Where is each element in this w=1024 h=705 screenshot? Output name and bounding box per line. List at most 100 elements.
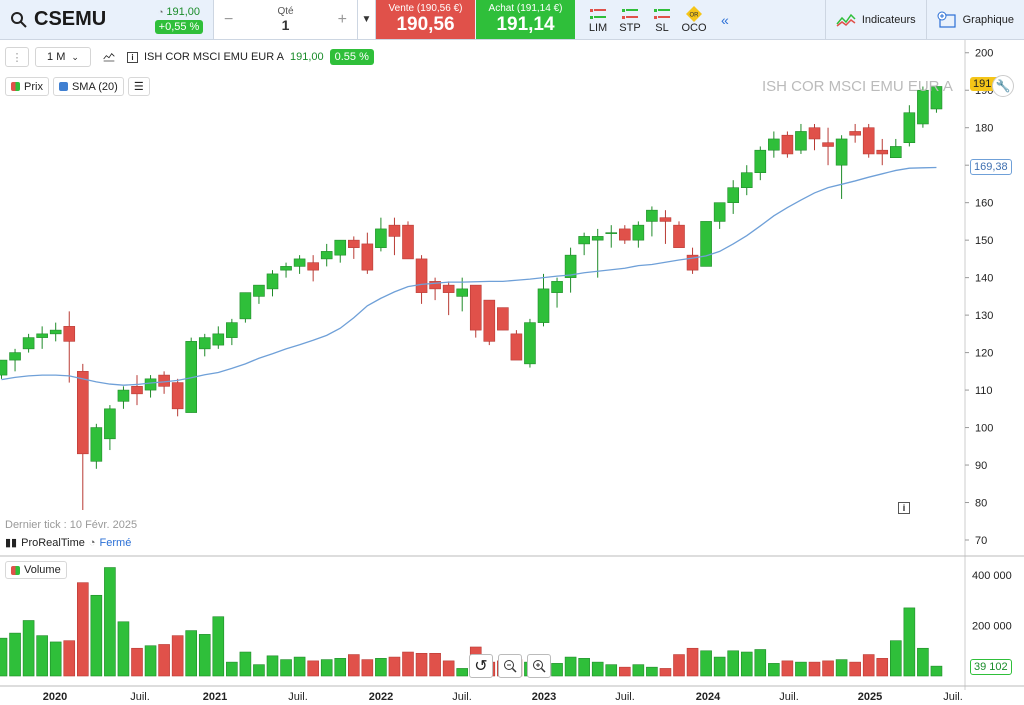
candle-body — [104, 408, 116, 440]
y-tick-label: 110 — [975, 385, 993, 397]
x-tick-label: 2024 — [696, 691, 721, 703]
graph-button[interactable]: Graphique — [925, 0, 1024, 40]
chevron-down-icon[interactable]: ▼ — [358, 0, 376, 39]
reset-zoom-icon[interactable]: ↺ — [469, 654, 493, 678]
candle-body — [808, 127, 821, 140]
volume-bar — [90, 594, 103, 677]
volume-bar — [618, 666, 631, 677]
indicators-button[interactable]: Indicateurs — [824, 0, 926, 40]
candle-body — [483, 299, 496, 342]
volume-bar — [456, 668, 469, 677]
sma-swatch — [58, 82, 68, 91]
last-tick: Dernier tick : 10 Févr. 2025 — [5, 519, 138, 531]
volume-bar — [768, 663, 780, 677]
chevron-down-icon: ⌄ — [71, 51, 79, 62]
candle-body — [402, 224, 414, 260]
limit-order-icon — [590, 8, 606, 19]
price-chart[interactable]: 7080901001101201301401501601701801902002… — [0, 40, 1024, 705]
legend-volume[interactable]: Volume — [5, 561, 67, 579]
candle-body — [334, 239, 347, 256]
chart-type-icon[interactable] — [97, 47, 121, 67]
oco-badge: OR — [690, 12, 700, 18]
candle-body — [131, 386, 143, 395]
volume-bar — [835, 659, 848, 677]
candle-body — [158, 374, 170, 387]
order-type-stp[interactable]: STP — [617, 6, 643, 34]
change-badge: +0,55 % — [154, 19, 204, 34]
legend-price[interactable]: Prix — [5, 77, 49, 96]
legend-list-icon[interactable]: ☰ — [127, 77, 150, 96]
info-icon[interactable]: i — [898, 502, 910, 514]
volume-bar — [49, 641, 62, 677]
y-tick-label: 130 — [975, 310, 993, 322]
order-type-sl[interactable]: SL — [649, 6, 675, 34]
volume-bar — [361, 659, 374, 677]
zoom-out-icon[interactable] — [498, 654, 522, 678]
candle-body — [0, 359, 8, 376]
volume-bar — [429, 652, 441, 677]
quantity-label: Qté — [277, 6, 294, 17]
volume-bar — [578, 658, 590, 677]
candle-body — [198, 337, 211, 350]
candle-body — [22, 337, 35, 350]
candle-body — [171, 382, 184, 410]
order-type-oco[interactable]: OR OCO — [681, 5, 707, 34]
zoom-in-icon[interactable] — [527, 654, 551, 678]
price-box: ◔ 191,00 +0,55 % — [145, 0, 213, 39]
candle-body — [280, 266, 292, 271]
volume-bar — [862, 654, 875, 677]
candle-body — [226, 322, 238, 338]
volume-bar — [415, 652, 428, 677]
sell-button[interactable]: Vente (190,56 €) 190,56 — [376, 0, 475, 39]
quantity-value[interactable]: 1 — [282, 17, 290, 33]
watermark: ISH COR MSCI EMU EUR A — [762, 78, 953, 95]
volume-bar — [605, 664, 618, 677]
candle-body — [795, 131, 807, 151]
volume-bar — [347, 654, 360, 677]
volume-bar — [320, 659, 333, 677]
volume-bar — [930, 665, 943, 677]
volume-bar — [212, 616, 225, 677]
minus-icon[interactable]: − — [224, 11, 233, 29]
wrench-icon[interactable]: 🔧 — [992, 75, 1014, 97]
buy-button[interactable]: Achat (191,14 €) 191,14 — [476, 0, 575, 39]
candle-body — [212, 333, 225, 346]
x-tick-label: 2020 — [43, 691, 67, 703]
volume-bar — [375, 658, 387, 677]
order-type-lim[interactable]: LIM — [585, 6, 611, 34]
volume-bar — [903, 607, 916, 677]
volume-bar — [9, 632, 21, 677]
info-icon[interactable]: i — [127, 51, 138, 63]
sma-line — [1, 166, 937, 386]
interval-label: 1 M — [47, 51, 66, 63]
symbol-box[interactable]: CSEMU — [0, 0, 145, 39]
collapse-icon[interactable]: « — [721, 12, 729, 28]
candle-body — [632, 224, 645, 241]
candle-body — [144, 378, 157, 391]
candle-body — [307, 262, 319, 271]
volume-bar — [700, 650, 712, 677]
legend-sma[interactable]: SMA (20) — [52, 77, 124, 96]
drag-handle-icon[interactable]: ⋮ — [5, 47, 29, 67]
x-tick-label: Juil. — [943, 691, 963, 703]
volume-bar — [822, 660, 834, 677]
plus-icon[interactable]: + — [338, 11, 347, 29]
instrument-name: ISH COR MSCI EMU EUR A — [144, 51, 284, 63]
clock-icon: ◔ — [88, 536, 96, 549]
candle-body — [497, 307, 509, 331]
toolbar-price: 191,00 — [289, 51, 324, 63]
volume-tag: 39 102 — [970, 659, 1012, 675]
x-tick-label: Juil. — [288, 691, 308, 703]
sell-price: 190,56 — [396, 14, 455, 35]
y-tick-label: 180 — [975, 123, 993, 135]
volume-bar — [334, 658, 347, 677]
quantity-stepper[interactable]: − Qté 1 + — [213, 0, 358, 39]
candle-body — [754, 149, 767, 173]
interval-select[interactable]: 1 M ⌄ — [35, 47, 91, 67]
chart-area[interactable]: 7080901001101201301401501601701801902002… — [0, 40, 1024, 705]
volume-bar — [551, 663, 563, 677]
symbol-name: CSEMU — [34, 8, 107, 30]
search-icon[interactable] — [10, 11, 28, 29]
chart-legend: Prix SMA (20) ☰ — [5, 77, 150, 96]
candle-body — [375, 228, 387, 248]
